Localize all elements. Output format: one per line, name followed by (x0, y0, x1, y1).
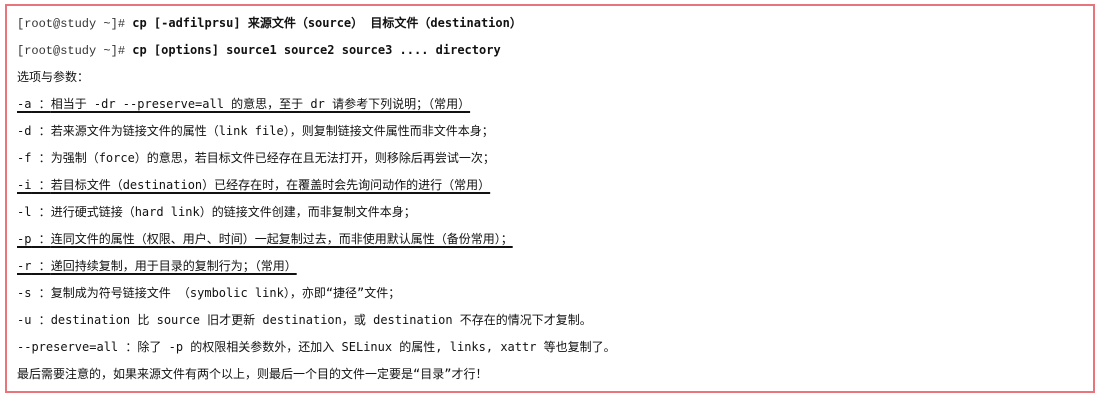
option-flag: -i (17, 178, 32, 192)
option-flag: -p (17, 232, 32, 246)
option-u: -u ：destination 比 source 旧才更新 destinatio… (17, 307, 1093, 334)
footer-note: 最后需要注意的，如果来源文件有两个以上，则最后一个目的文件一定要是“目录”才行！ (17, 367, 488, 381)
option-flag: -d (17, 124, 32, 138)
option-s: -s ：复制成为符号链接文件 （symbolic link），亦即“捷径”文件； (17, 280, 1093, 307)
command-syntax: cp [-adfilprsu] 来源文件（source） 目标文件（destin… (132, 16, 522, 30)
option-desc: 若来源文件为链接文件的属性（link file），则复制链接文件属性而非文件本身… (50, 124, 494, 138)
command-line-1: [root@study ~]# cp [-adfilprsu] 来源文件（sou… (17, 10, 1093, 37)
shell-prompt: [root@study ~]# (17, 17, 133, 31)
man-page-box: [root@study ~]# cp [-adfilprsu] 来源文件（sou… (5, 4, 1095, 393)
option-line: -r ：递回持续复制，用于目录的复制行为；（常用） (17, 259, 297, 273)
option-line: -s ：复制成为符号链接文件 （symbolic link），亦即“捷径”文件； (17, 286, 400, 300)
option-sep: ： (31, 97, 51, 111)
option-line: --preserve=all ：除了 -p 的权限相关参数外，还加入 SELin… (17, 340, 616, 354)
option-line: -l ：进行硬式链接（hard link）的链接文件创建，而非复制文件本身； (17, 205, 416, 219)
options-heading: 选项与参数： (17, 70, 90, 84)
option-line: -p ：连同文件的属性（权限、用户、时间）一起复制过去，而非使用默认属性（备份常… (17, 232, 513, 246)
option-f: -f ：为强制（force）的意思，若目标文件已经存在且无法打开，则移除后再尝试… (17, 145, 1093, 172)
option-desc: 除了 -p 的权限相关参数外，还加入 SELinux 的属性, links, x… (137, 340, 616, 354)
option-sep: ： (31, 124, 51, 138)
option-sep: ： (31, 205, 51, 219)
option-desc: 相当于 -dr --preserve=all 的意思，至于 dr 请参考下列说明… (50, 97, 471, 111)
option-sep: ： (31, 232, 51, 246)
option-desc: 进行硬式链接（hard link）的链接文件创建，而非复制文件本身； (50, 205, 416, 219)
option-p: -p ：连同文件的属性（权限、用户、时间）一起复制过去，而非使用默认属性（备份常… (17, 226, 1093, 253)
option-sep: ： (31, 259, 51, 273)
option-sep: ： (31, 313, 51, 327)
option-desc: 为强制（force）的意思，若目标文件已经存在且无法打开，则移除后再尝试一次； (50, 151, 495, 165)
option-flag: -s (17, 286, 32, 300)
option-sep: ： (118, 340, 138, 354)
option-r: -r ：递回持续复制，用于目录的复制行为；（常用） (17, 253, 1093, 280)
option-sep: ： (31, 286, 51, 300)
option-desc: 复制成为符号链接文件 （symbolic link），亦即“捷径”文件； (50, 286, 401, 300)
option-desc: destination 比 source 旧才更新 destination，或 … (50, 313, 592, 327)
option-sep: ： (31, 151, 51, 165)
command-syntax: cp [options] source1 source2 source3 ...… (132, 43, 501, 57)
option-flag: -r (17, 259, 32, 273)
option-flag: --preserve=all (17, 340, 119, 354)
shell-prompt: [root@study ~]# (17, 44, 133, 58)
option-flag: -l (17, 205, 32, 219)
command-line-2: [root@study ~]# cp [options] source1 sou… (17, 37, 1093, 64)
option-preserve-all: --preserve=all ：除了 -p 的权限相关参数外，还加入 SELin… (17, 334, 1093, 361)
option-line: -u ：destination 比 source 旧才更新 destinatio… (17, 313, 592, 327)
option-line: -a ：相当于 -dr --preserve=all 的意思，至于 dr 请参考… (17, 97, 470, 111)
option-line: -i ：若目标文件（destination）已经存在时，在覆盖时会先询问动作的进… (17, 178, 490, 192)
option-line: -d ：若来源文件为链接文件的属性（link file），则复制链接文件属性而非… (17, 124, 494, 138)
option-line: -f ：为强制（force）的意思，若目标文件已经存在且无法打开，则移除后再尝试… (17, 151, 495, 165)
option-desc: 连同文件的属性（权限、用户、时间）一起复制过去，而非使用默认属性（备份常用）； (50, 232, 513, 246)
option-sep: ： (31, 178, 51, 192)
option-a: -a ：相当于 -dr --preserve=all 的意思，至于 dr 请参考… (17, 91, 1093, 118)
option-i: -i ：若目标文件（destination）已经存在时，在覆盖时会先询问动作的进… (17, 172, 1093, 199)
option-flag: -u (17, 313, 32, 327)
option-d: -d ：若来源文件为链接文件的属性（link file），则复制链接文件属性而非… (17, 118, 1093, 145)
option-desc: 递回持续复制，用于目录的复制行为；（常用） (50, 259, 297, 273)
option-desc: 若目标文件（destination）已经存在时，在覆盖时会先询问动作的进行（常用… (50, 178, 491, 192)
option-l: -l ：进行硬式链接（hard link）的链接文件创建，而非复制文件本身； (17, 199, 1093, 226)
option-flag: -f (17, 151, 32, 165)
option-flag: -a (17, 97, 32, 111)
